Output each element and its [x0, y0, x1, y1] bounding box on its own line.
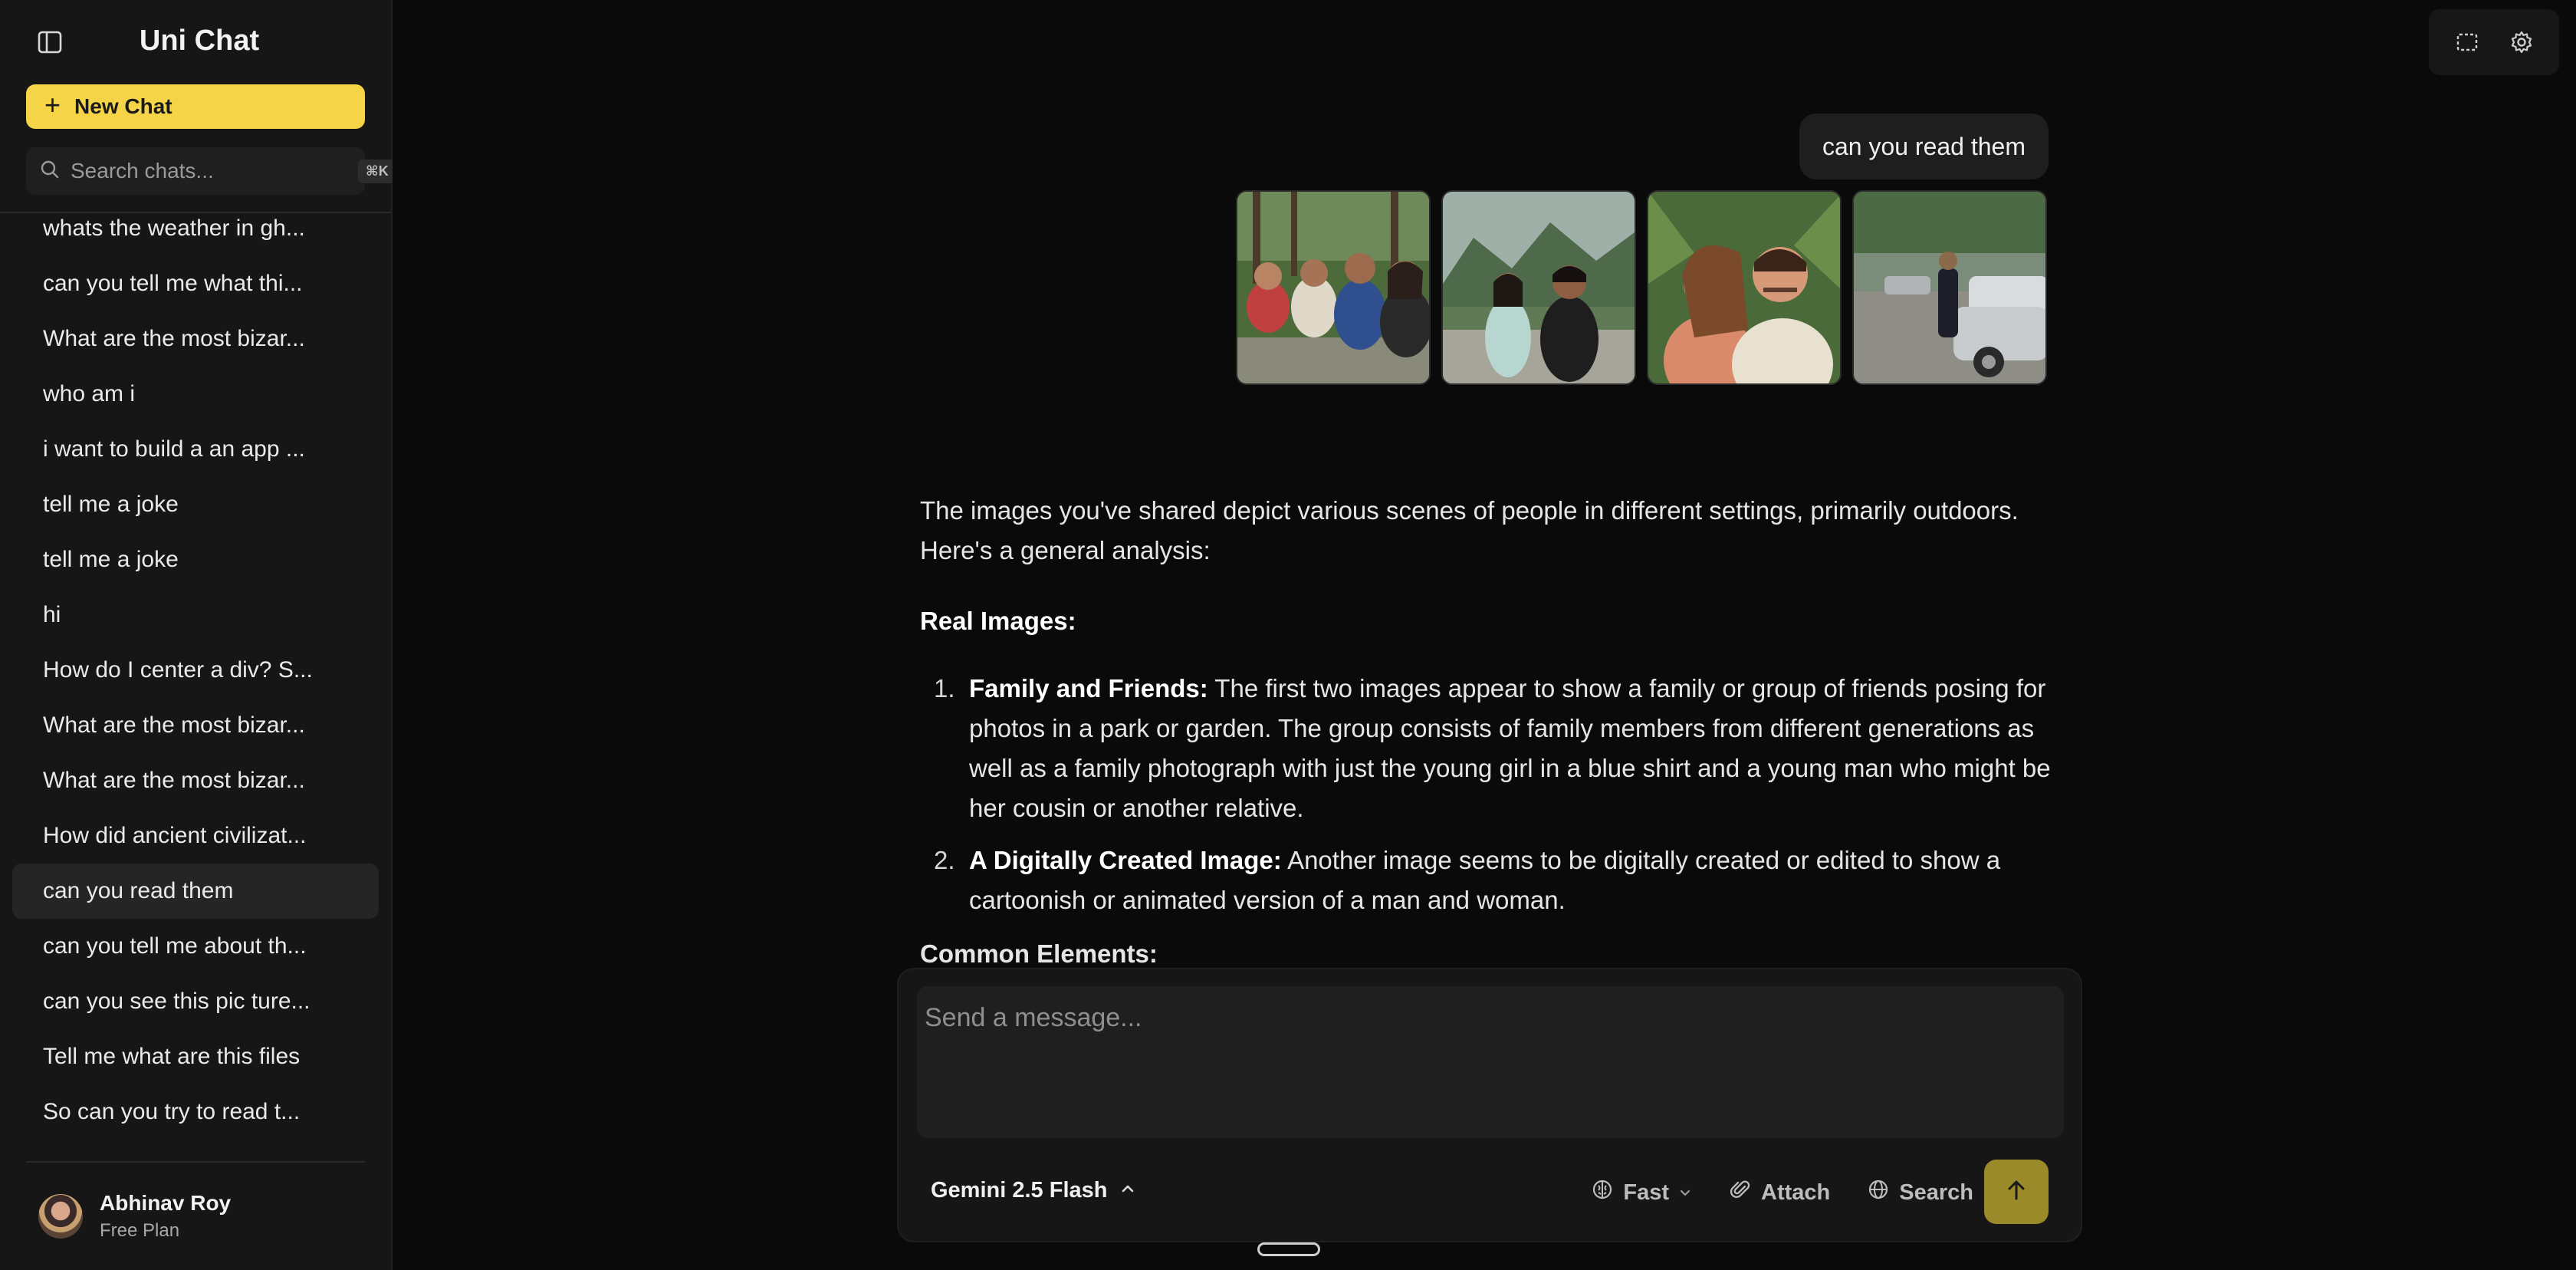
attachment-thumbnail[interactable]: [1647, 190, 1842, 385]
globe-icon: [1867, 1178, 1890, 1207]
sidebar-chat-label: What are the most bizar...: [43, 768, 305, 793]
model-selector[interactable]: Gemini 2.5 Flash: [931, 1178, 1136, 1203]
sidebar-chat-item[interactable]: What are the most bizar...: [12, 698, 379, 753]
list-item-number: 2.: [934, 846, 955, 874]
search-shortcut-badge: ⌘K: [358, 159, 396, 183]
sidebar-chat-item[interactable]: can you see this pic ture...: [12, 974, 379, 1029]
sidebar-chat-item[interactable]: whats the weather in gh...: [12, 213, 379, 256]
chevron-up-icon: [1119, 1178, 1136, 1203]
web-search-button[interactable]: Search: [1867, 1178, 1973, 1207]
sidebar-chat-label: tell me a joke: [43, 547, 179, 572]
app-root: Uni Chat + New Chat ⌘K whats the weather…: [0, 0, 2576, 1270]
attachment-thumbnails: [1236, 190, 2047, 385]
sidebar-header: Uni Chat: [0, 0, 391, 84]
mode-selector[interactable]: Fast: [1591, 1178, 1692, 1207]
profile-text: Abhinav Roy Free Plan: [100, 1191, 231, 1242]
sidebar: Uni Chat + New Chat ⌘K whats the weather…: [0, 0, 396, 1270]
new-chat-button[interactable]: + New Chat: [26, 84, 365, 129]
search-input[interactable]: [71, 159, 347, 183]
sidebar-chat-label: can you see this pic ture...: [43, 989, 310, 1014]
sidebar-chat-item[interactable]: Tell me what are this files: [12, 1029, 379, 1084]
arrow-up-icon: [2003, 1176, 2030, 1208]
sidebar-chat-item[interactable]: tell me a joke: [12, 477, 379, 532]
sidebar-chat-label: can you read them: [43, 878, 234, 903]
message-input[interactable]: [917, 986, 2064, 1138]
sidebar-chat-label: who am i: [43, 381, 136, 406]
model-name: Gemini 2.5 Flash: [931, 1178, 1108, 1203]
profile-name: Abhinav Roy: [100, 1191, 232, 1215]
sidebar-chat-item[interactable]: How did ancient civilizat...: [12, 808, 379, 864]
sidebar-chat-label: So can you try to read t...: [43, 1099, 301, 1124]
assistant-message: The images you've shared depict various …: [920, 491, 2062, 974]
attach-button[interactable]: Attach: [1729, 1178, 1830, 1207]
chat-main: can you read them The images you've shar…: [393, 0, 2576, 1270]
sidebar-chat-label: whats the weather in gh...: [43, 216, 305, 241]
sidebar-chat-label: How do I center a div? S...: [43, 657, 313, 683]
list-item-body: A Digitally Created Image: Another image…: [969, 841, 2062, 920]
sidebar-chat-label: Tell me what are this files: [43, 1044, 301, 1069]
avatar: [38, 1194, 83, 1239]
sidebar-chat-label: can you tell me about th...: [43, 933, 307, 959]
attachment-thumbnail[interactable]: [1852, 190, 2047, 385]
search-chats: ⌘K: [26, 147, 396, 195]
sidebar-chat-item[interactable]: can you tell me about th...: [12, 919, 379, 974]
sidebar-chat-item[interactable]: What are the most bizar...: [12, 753, 379, 808]
new-chat-label: New Chat: [74, 94, 172, 118]
home-indicator: [1257, 1242, 1320, 1256]
list-item-body: Family and Friends: The first two images…: [969, 669, 2062, 828]
sidebar-chat-item[interactable]: How do I center a div? S...: [12, 643, 379, 698]
search-icon: [40, 160, 60, 183]
sidebar-chat-item[interactable]: can you read them: [12, 864, 379, 919]
list-item-title: Family and Friends:: [969, 674, 1208, 702]
answer-list: 1. Family and Friends: The first two ima…: [920, 669, 2062, 920]
app-title: Uni Chat: [139, 25, 260, 57]
sidebar-chat-item[interactable]: tell me a joke: [12, 532, 379, 587]
chat-history-list: whats the weather in gh... can you tell m…: [0, 213, 391, 1161]
plus-icon: +: [44, 89, 61, 120]
answer-section-heading: Real Images:: [920, 607, 1076, 635]
sidebar-chat-label: i want to build a an app ...: [43, 436, 305, 462]
user-message-bubble: can you read them: [1799, 114, 2049, 179]
search-label: Search: [1899, 1180, 1973, 1205]
sidebar-chat-label: What are the most bizar...: [43, 326, 305, 351]
attachment-thumbnail[interactable]: [1236, 190, 1431, 385]
gear-icon[interactable]: [2506, 27, 2537, 58]
sidebar-chat-item[interactable]: who am i: [12, 367, 379, 422]
attach-label: Attach: [1761, 1180, 1831, 1205]
send-button[interactable]: [1984, 1160, 2049, 1224]
message-composer: Gemini 2.5 Flash Fast: [897, 968, 2082, 1242]
sidebar-chat-label: How did ancient civilizat...: [43, 823, 307, 848]
sidebar-chat-item[interactable]: What are the most bizar...: [12, 311, 379, 367]
chat-history-items: whats the weather in gh... can you tell m…: [12, 213, 379, 1140]
brain-icon: [1591, 1178, 1614, 1207]
user-message-text: can you read them: [1822, 132, 2026, 160]
answer-intro: The images you've shared depict various …: [920, 496, 2019, 564]
selection-icon[interactable]: [2452, 27, 2482, 58]
composer-tools: Fast Attach Search: [1591, 1178, 1973, 1207]
mode-label: Fast: [1623, 1180, 1670, 1205]
sidebar-chat-label: What are the most bizar...: [43, 712, 305, 738]
profile-plan: Free Plan: [100, 1220, 180, 1241]
list-item-number: 1.: [934, 674, 955, 702]
sidebar-chat-item[interactable]: i want to build a an app ...: [12, 422, 379, 477]
list-item-title: A Digitally Created Image:: [969, 846, 1282, 874]
paperclip-icon: [1729, 1178, 1752, 1207]
sidebar-chat-item[interactable]: hi: [12, 587, 379, 643]
list-item: 2. A Digitally Created Image: Another im…: [920, 841, 2062, 920]
attachment-thumbnail[interactable]: [1441, 190, 1636, 385]
chevron-down-icon: [1678, 1180, 1692, 1206]
sidebar-chat-item[interactable]: So can you try to read t...: [12, 1084, 379, 1140]
sidebar-chat-item[interactable]: can you tell me what thi...: [12, 256, 379, 311]
sidebar-chat-label: tell me a joke: [43, 492, 179, 517]
sidebar-chat-label: can you tell me what thi...: [43, 271, 303, 296]
list-item: 1. Family and Friends: The first two ima…: [920, 669, 2062, 828]
sidebar-chat-label: hi: [43, 602, 61, 627]
top-toolbar: [2429, 9, 2559, 75]
user-profile[interactable]: Abhinav Roy Free Plan: [0, 1163, 391, 1270]
